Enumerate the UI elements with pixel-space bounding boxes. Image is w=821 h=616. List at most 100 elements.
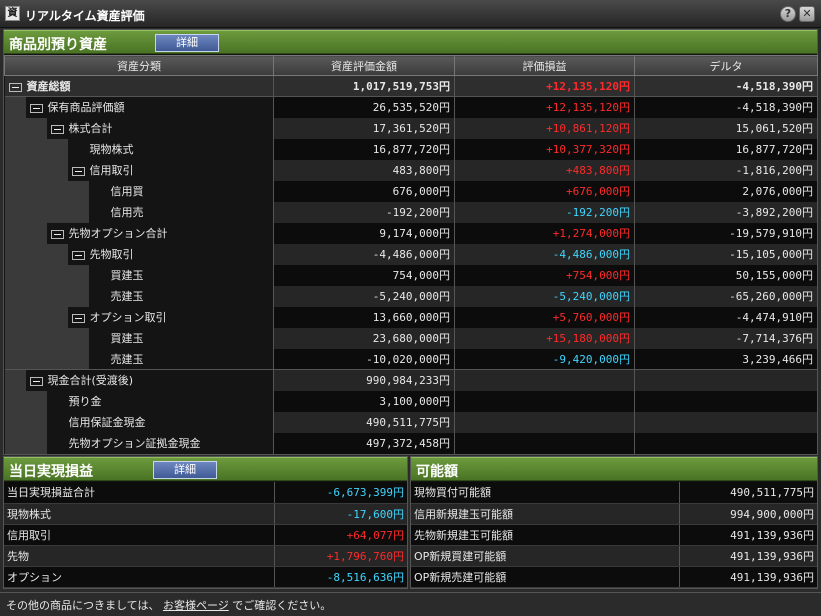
asset-row[interactable]: 株式合計 17,361,520円 +10,861,120円 15,061,520円 bbox=[4, 117, 818, 139]
realized-label: 先物 bbox=[4, 545, 275, 567]
asset-category-label: 預り金 bbox=[68, 395, 102, 408]
title-bar: 資 リアルタイム資産評価 ? ✕ bbox=[0, 0, 821, 28]
assets-table-header: 資産分類 資産評価金額 評価損益 デルタ bbox=[4, 55, 818, 76]
realized-row: 現物株式 -17,600円 bbox=[4, 503, 407, 525]
close-icon[interactable]: ✕ bbox=[799, 6, 815, 22]
asset-row[interactable]: 売建玉 -10,020,000円 -9,420,000円 3,239,466円 bbox=[4, 348, 818, 370]
asset-category-label: 保有商品評価額 bbox=[47, 101, 125, 115]
asset-delta-cell: -19,579,910円 bbox=[634, 222, 818, 244]
asset-category-label: 先物オプション合計 bbox=[68, 227, 168, 240]
available-value: 491,139,936円 bbox=[679, 545, 817, 567]
asset-row[interactable]: 保有商品評価額 26,535,520円 +12,135,120円 -4,518,390… bbox=[4, 96, 818, 118]
customer-page-link[interactable]: お客様ページ bbox=[163, 599, 229, 612]
collapse-toggle-icon[interactable] bbox=[50, 124, 64, 134]
col-header-amount[interactable]: 資産評価金額 bbox=[273, 55, 455, 76]
asset-pnl-cell: +12,135,120円 bbox=[454, 96, 635, 118]
asset-delta-cell: 15,061,520円 bbox=[634, 117, 818, 139]
asset-category-label: 信用取引 bbox=[89, 164, 134, 177]
realized-row: 先物 +1,796,760円 bbox=[4, 545, 407, 567]
asset-row[interactable]: オプション取引 13,660,000円 +5,760,000円 -4,474,910円 bbox=[4, 306, 818, 328]
collapse-toggle-icon[interactable] bbox=[29, 376, 43, 386]
available-row: 現物買付可能額 490,511,775円 bbox=[411, 482, 817, 504]
collapse-toggle-icon[interactable] bbox=[71, 313, 85, 323]
available-label: 先物新規建玉可能額 bbox=[411, 524, 680, 546]
assets-table: 資産分類 資産評価金額 評価損益 デルタ 資産総額 1,017,519,753円 +… bbox=[4, 55, 818, 454]
asset-delta-cell: -4,518,390円 bbox=[634, 75, 818, 97]
col-header-delta[interactable]: デルタ bbox=[634, 55, 818, 76]
asset-amount-cell: 676,000円 bbox=[273, 180, 455, 202]
app-icon: 資 bbox=[5, 6, 20, 21]
asset-row[interactable]: 買建玉 754,000円 +754,000円 50,155,000円 bbox=[4, 264, 818, 286]
collapse-toggle-icon[interactable] bbox=[71, 166, 85, 176]
asset-category-label: 売建玉 bbox=[110, 352, 144, 366]
asset-category-label: 買建玉 bbox=[110, 332, 144, 345]
asset-category-label: 信用売 bbox=[110, 206, 144, 219]
collapse-toggle-icon[interactable] bbox=[8, 82, 22, 92]
asset-row[interactable]: 先物オプション証拠金現金 497,372,458円 bbox=[4, 432, 818, 454]
realized-row: 信用取引 +64,077円 bbox=[4, 524, 407, 546]
asset-amount-cell: 990,984,233円 bbox=[273, 369, 455, 391]
asset-row[interactable]: 信用保証金現金 490,511,775円 bbox=[4, 411, 818, 433]
collapse-toggle-icon[interactable] bbox=[50, 229, 64, 239]
asset-row[interactable]: 預り金 3,100,000円 bbox=[4, 390, 818, 412]
realized-section-header: 当日実現損益 詳細 bbox=[4, 457, 407, 481]
asset-category-cell: 現物株式 bbox=[4, 138, 274, 160]
assets-detail-button[interactable]: 詳細 bbox=[155, 34, 219, 52]
asset-pnl-cell: +1,274,000円 bbox=[454, 222, 635, 244]
asset-row[interactable]: 先物オプション合計 9,174,000円 +1,274,000円 -19,579,91… bbox=[4, 222, 818, 244]
asset-amount-cell: 754,000円 bbox=[273, 264, 455, 286]
asset-category-cell: 信用売 bbox=[4, 201, 274, 223]
asset-category-cell: 先物オプション証拠金現金 bbox=[4, 432, 274, 454]
asset-row[interactable]: 現物株式 16,877,720円 +10,377,320円 16,877,720円 bbox=[4, 138, 818, 160]
asset-delta-cell: -7,714,376円 bbox=[634, 327, 818, 349]
asset-pnl-cell bbox=[454, 390, 635, 412]
asset-category-cell: 信用取引 bbox=[4, 159, 274, 181]
realized-detail-button[interactable]: 詳細 bbox=[153, 461, 217, 479]
available-value: 490,511,775円 bbox=[679, 482, 817, 504]
realized-section-title: 当日実現損益 bbox=[9, 464, 93, 480]
window-title: リアルタイム資産評価 bbox=[25, 9, 145, 23]
asset-delta-cell: -1,816,200円 bbox=[634, 159, 818, 181]
help-icon[interactable]: ? bbox=[780, 6, 796, 22]
available-label: 信用新規建玉可能額 bbox=[411, 503, 680, 525]
asset-row[interactable]: 先物取引 -4,486,000円 -4,486,000円 -15,105,000円 bbox=[4, 243, 818, 265]
asset-category-cell: 先物オプション合計 bbox=[4, 222, 274, 244]
asset-delta-cell: -4,474,910円 bbox=[634, 306, 818, 328]
asset-amount-cell: 9,174,000円 bbox=[273, 222, 455, 244]
footer-prefix: その他の商品につきましては、 bbox=[6, 599, 160, 612]
asset-amount-cell: 13,660,000円 bbox=[273, 306, 455, 328]
asset-pnl-cell: -192,200円 bbox=[454, 201, 635, 223]
available-row: OP新規買建可能額 491,139,936円 bbox=[411, 545, 817, 567]
asset-row[interactable]: 信用買 676,000円 +676,000円 2,076,000円 bbox=[4, 180, 818, 202]
asset-row[interactable]: 現金合計(受渡後) 990,984,233円 bbox=[4, 369, 818, 391]
asset-amount-cell: 490,511,775円 bbox=[273, 411, 455, 433]
asset-row[interactable]: 買建玉 23,680,000円 +15,180,000円 -7,714,376円 bbox=[4, 327, 818, 349]
asset-amount-cell: -5,240,000円 bbox=[273, 285, 455, 307]
available-label: 現物買付可能額 bbox=[411, 482, 680, 504]
asset-row[interactable]: 売建玉 -5,240,000円 -5,240,000円 -65,260,000円 bbox=[4, 285, 818, 307]
asset-pnl-cell: -5,240,000円 bbox=[454, 285, 635, 307]
asset-category-label: 先物取引 bbox=[89, 248, 134, 261]
asset-delta-cell bbox=[634, 432, 818, 454]
asset-pnl-cell: +754,000円 bbox=[454, 264, 635, 286]
realized-label: オプション bbox=[4, 566, 275, 588]
footer-suffix: でご確認ください。 bbox=[232, 599, 332, 612]
asset-amount-cell: -192,200円 bbox=[273, 201, 455, 223]
asset-delta-cell: 16,877,720円 bbox=[634, 138, 818, 160]
asset-category-label: オプション取引 bbox=[89, 311, 167, 324]
realized-label: 当日実現損益合計 bbox=[4, 482, 275, 504]
col-header-pnl[interactable]: 評価損益 bbox=[454, 55, 635, 76]
asset-row[interactable]: 信用取引 483,800円 +483,800円 -1,816,200円 bbox=[4, 159, 818, 181]
asset-amount-cell: 17,361,520円 bbox=[273, 117, 455, 139]
col-header-category[interactable]: 資産分類 bbox=[4, 55, 274, 76]
asset-category-cell: 買建玉 bbox=[4, 327, 274, 349]
available-value: 994,900,000円 bbox=[679, 503, 817, 525]
collapse-toggle-icon[interactable] bbox=[71, 250, 85, 260]
asset-row[interactable]: 信用売 -192,200円 -192,200円 -3,892,200円 bbox=[4, 201, 818, 223]
asset-pnl-cell bbox=[454, 432, 635, 454]
collapse-toggle-icon[interactable] bbox=[29, 103, 43, 113]
asset-row[interactable]: 資産総額 1,017,519,753円 +12,135,120円 -4,518,390… bbox=[4, 75, 818, 97]
asset-delta-cell: 3,239,466円 bbox=[634, 348, 818, 370]
asset-category-cell: 信用買 bbox=[4, 180, 274, 202]
asset-pnl-cell: +15,180,000円 bbox=[454, 327, 635, 349]
